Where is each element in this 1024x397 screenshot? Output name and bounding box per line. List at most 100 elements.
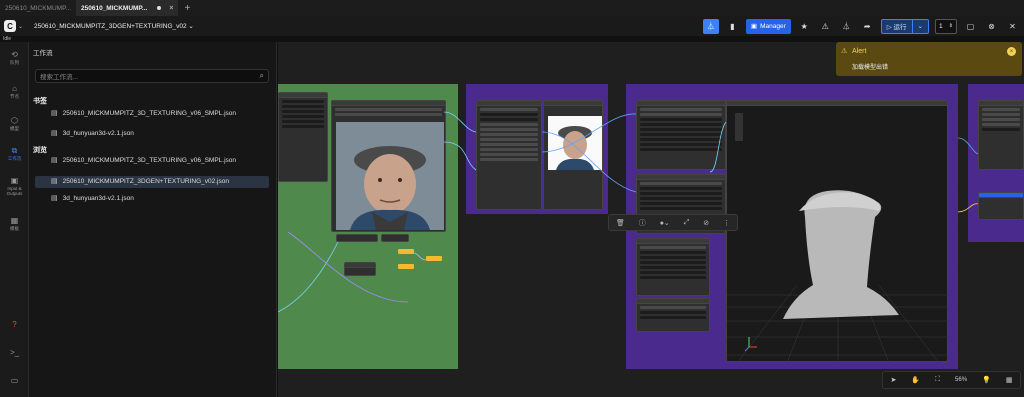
bookmark-item[interactable]: ▤ 250610_MICKMUMPITZ_3D_TEXTURING_v06_SMP… [35, 108, 269, 120]
cube-icon: ⬡ [11, 116, 18, 125]
workflow-label: 250610_MICKMUMPITZ_3DGEN+TEXTURING_v02.j… [62, 178, 229, 185]
reroute-node[interactable] [398, 264, 414, 269]
app-logo[interactable]: C ⌄ [0, 20, 26, 32]
lightbulb-icon[interactable]: 💡 [982, 376, 991, 384]
texture-node[interactable] [978, 100, 1024, 170]
workflow-label: 250610_MICKMUMPITZ_3D_TEXTURING_v06_SMPL… [62, 157, 237, 164]
old-man-portrait [336, 122, 444, 230]
workflow-item[interactable]: ▤ 250610_MICKMUMPITZ_3D_TEXTURING_v06_SMP… [35, 155, 269, 167]
bypass-icon[interactable]: ⊘ [703, 219, 709, 227]
workflow-item-selected[interactable]: ▤ 250610_MICKMUMPITZ_3DGEN+TEXTURING_v02.… [35, 176, 269, 188]
node-graph-canvas[interactable]: 🗑 ⓘ ●⌄ ⤢ ⊘ ⋮ ⚠ Alert 加载模型出错 × ➤ ✋ ⛶ 56% … [278, 42, 1024, 397]
info-icon[interactable]: ⓘ [639, 218, 646, 228]
sidebar-item-workflows[interactable]: ⧉ 工作流 [0, 146, 29, 161]
tab-label: 250610_MICKMUMP... [5, 4, 71, 12]
close-tab-icon[interactable]: × [169, 5, 173, 12]
sidebar-item-label: 工作流 [7, 156, 22, 161]
bookmark-label: 250610_MICKMUMPITZ_3D_TEXTURING_v06_SMPL… [62, 110, 237, 117]
3d-preview-node[interactable] [726, 100, 949, 363]
file-icon: ▤ [51, 178, 58, 185]
app-top-bar: C ⌄ 250610_MICKMUMPITZ_3DGEN+TEXTURING_v… [0, 16, 1024, 36]
share-icon[interactable]: ➦ [860, 19, 875, 34]
sidebar-rail: ⟲ 队列 ⌂ 节点 ⬡ 模型 ⧉ 工作流 ▣ Input & Outputs ▦ 模板 ? … [0, 42, 29, 397]
hand-icon[interactable]: ✋ [911, 376, 920, 384]
browser-tab[interactable]: 250610_MICKMUMP... [0, 0, 76, 16]
node-stack[interactable] [476, 100, 542, 210]
fit-icon[interactable]: ⛶ [935, 376, 940, 384]
close-icon[interactable]: × [1007, 47, 1016, 56]
portrait-image-large [336, 122, 444, 230]
bookmark-icon[interactable]: ▮ [725, 19, 740, 34]
search-input[interactable]: 搜索工作流... ⌕ [35, 69, 269, 83]
comfy-registry-button[interactable]: ⏃ [702, 18, 719, 34]
stop-icon[interactable]: ▢ [963, 19, 978, 34]
sidebar-item-input-outputs[interactable]: ▣ Input & Outputs [0, 176, 29, 196]
canvas-controls: ➤ ✋ ⛶ 56% 💡 ▦ [882, 371, 1021, 389]
hy3d-node[interactable] [636, 100, 726, 170]
terminal-button[interactable]: >_ [0, 348, 29, 357]
small-node[interactable] [336, 234, 378, 242]
reroute-node[interactable] [398, 249, 414, 254]
run-options-chevron-icon[interactable]: ⌄ [911, 19, 928, 33]
manager-button[interactable]: ▣ Manager [745, 18, 791, 34]
fit-view-icon[interactable]: ⤢ [684, 219, 690, 227]
search-icon: ⌕ [259, 71, 264, 80]
sidebar-item-templates[interactable]: ▦ 模板 [0, 216, 29, 231]
browser-tab-active[interactable]: 250610_MICKMUMP... × [76, 0, 179, 16]
sidebar-item-models[interactable]: ⬡ 模型 [0, 116, 29, 131]
new-tab-button[interactable]: + [184, 3, 190, 14]
texture-output-node[interactable] [978, 192, 1024, 220]
workflow-item[interactable]: ▤ 3d_hunyuan3d-v2.1.json [35, 193, 269, 205]
chevron-down-icon: ⌄ [18, 23, 24, 30]
cancel-icon[interactable]: ⊗ [984, 19, 999, 34]
export-node[interactable] [636, 298, 710, 332]
panel-icon: ▭ [10, 376, 19, 385]
model-icon[interactable]: ⚠ [818, 19, 833, 34]
alert-message: 加载模型出错 [852, 65, 889, 71]
postprocess-node[interactable] [636, 238, 710, 296]
search-placeholder: 搜索工作流... [40, 74, 78, 81]
comfy-logo-icon: C [4, 20, 16, 32]
select-cursor-icon[interactable]: ➤ [891, 376, 897, 384]
puzzle-icon: ▣ [750, 23, 758, 30]
panel-title: 工作流 [33, 50, 53, 57]
small-node[interactable] [381, 234, 409, 242]
image-icon: ▣ [10, 176, 19, 185]
bookmark-item[interactable]: ▤ 3d_hunyuan3d-v2.1.json [35, 128, 269, 140]
sidebar-item-nodes[interactable]: ⌂ 节点 [0, 84, 29, 99]
file-icon: ▤ [51, 157, 58, 164]
star-icon[interactable]: ★ [797, 19, 812, 34]
help-icon: ? [12, 320, 17, 329]
close-icon[interactable]: ✕ [1005, 19, 1020, 34]
batch-count-input[interactable]: 1 ⇕ [935, 18, 957, 34]
color-picker-icon[interactable]: ●⌄ [660, 219, 670, 227]
3d-viewport[interactable] [727, 107, 949, 363]
warning-icon: ⚠ [841, 48, 848, 55]
file-icon: ▤ [51, 110, 58, 117]
run-button[interactable]: ▷ 运行 [882, 20, 912, 33]
more-icon[interactable]: ⋮ [723, 219, 730, 227]
brand-icon[interactable]: ⏃ [839, 19, 854, 34]
help-button[interactable]: ? [0, 320, 29, 329]
sidebar-item-label: 模板 [10, 226, 19, 231]
old-man-portrait-cutout [548, 116, 602, 170]
workflow-label: 3d_hunyuan3d-v2.1.json [62, 195, 134, 202]
settings-node[interactable] [278, 92, 328, 182]
bottom-panel-button[interactable]: ▭ [0, 376, 29, 385]
resize-node[interactable] [344, 262, 376, 276]
reroute-node[interactable] [426, 256, 442, 261]
stepper-icon[interactable]: ⇕ [949, 23, 953, 29]
browser-tab-bar: 250610_MICKMUMP... 250610_MICKMUMP... × + [0, 0, 1024, 16]
workflow-name[interactable]: 250610_MICKMUMPITZ_3DGEN+TEXTURING_v02 ⌄ [34, 22, 194, 30]
zoom-level[interactable]: 56% [955, 377, 967, 383]
sidebar-item-queue[interactable]: ⟲ 队列 [0, 50, 29, 65]
manager-label: Manager [760, 22, 786, 30]
trash-icon[interactable]: 🗑 [616, 219, 625, 227]
batch-count-value: 1 [939, 22, 943, 30]
template-icon: ▦ [10, 216, 19, 225]
workflow-panel: 工作流 搜索工作流... ⌕ 书签 ▤ 250610_MICKMUMPITZ_3D… [29, 42, 277, 397]
minimap-icon[interactable]: ▦ [1006, 376, 1013, 384]
tab-label: 250610_MICKMUMP... [81, 4, 148, 12]
node-selection-toolbar: 🗑 ⓘ ●⌄ ⤢ ⊘ ⋮ [608, 214, 738, 231]
file-icon: ▤ [51, 195, 58, 202]
